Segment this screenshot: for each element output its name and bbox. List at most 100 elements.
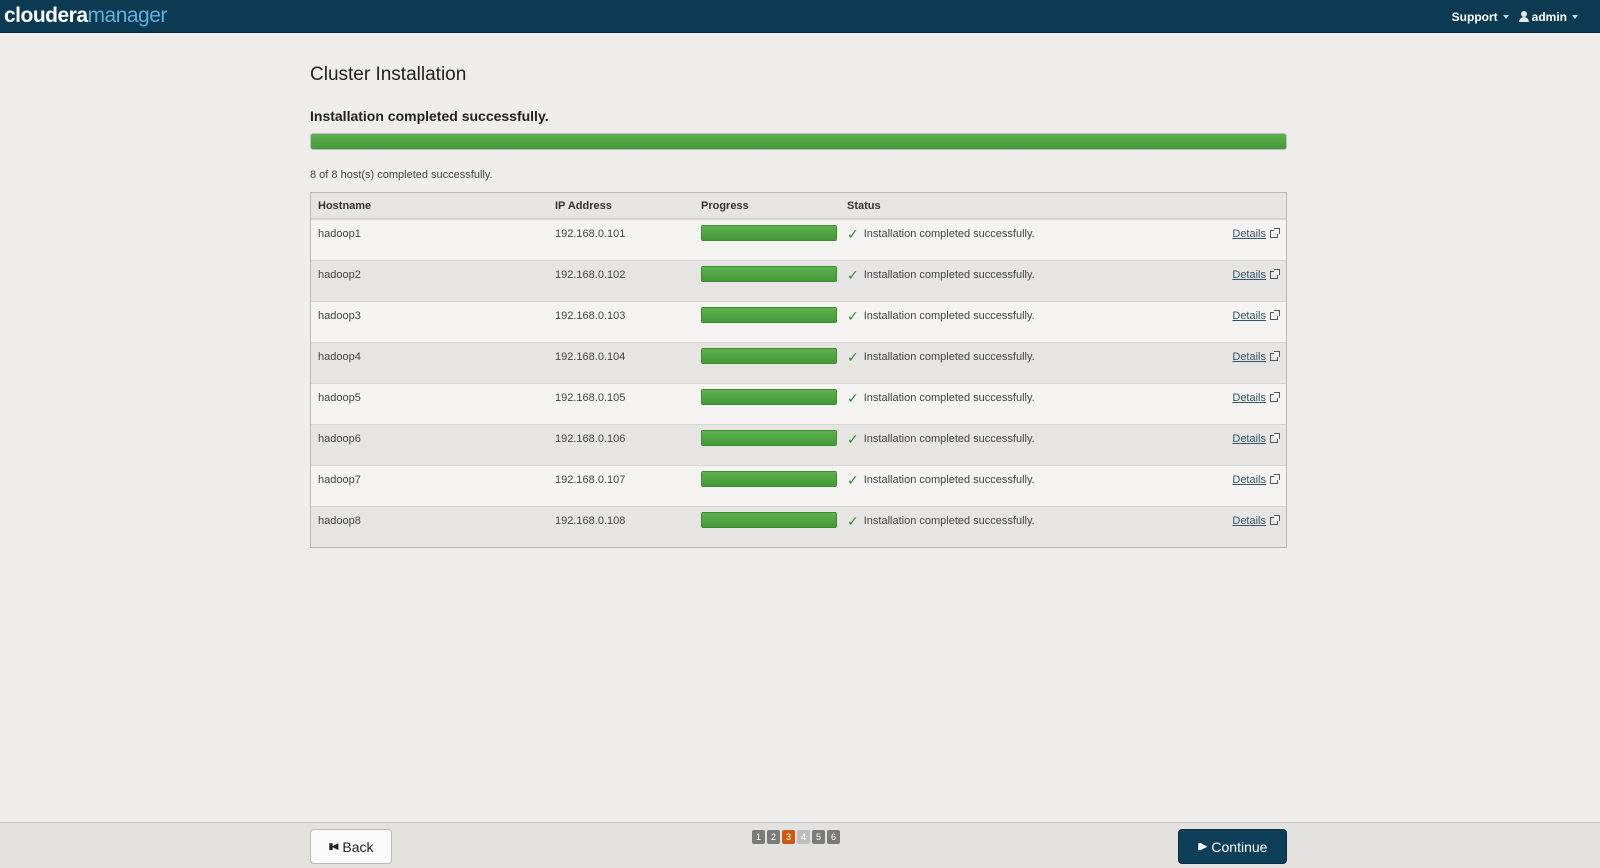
- status-text: Installation completed successfully.: [863, 228, 1035, 240]
- user-menu[interactable]: admin: [1518, 9, 1578, 24]
- cell-ip-address: 192.168.0.108: [555, 515, 626, 527]
- external-link-icon[interactable]: [1270, 310, 1280, 320]
- support-label: Support: [1451, 9, 1498, 24]
- cell-details: Details: [1207, 302, 1286, 322]
- cell-details: Details: [1207, 261, 1286, 281]
- checkmark-icon: ✓: [847, 389, 859, 406]
- cell-hostname: hadoop3: [318, 310, 361, 322]
- details-link[interactable]: Details: [1232, 310, 1266, 322]
- checkmark-icon: ✓: [847, 430, 859, 447]
- table-row: hadoop7 192.168.0.107 ✓ Installation comple…: [311, 465, 1286, 506]
- details-link[interactable]: Details: [1232, 515, 1266, 527]
- checkmark-icon: ✓: [847, 266, 859, 283]
- details-link[interactable]: Details: [1232, 474, 1266, 486]
- page-title: Cluster Installation: [310, 64, 467, 85]
- table-row: hadoop2 192.168.0.102 ✓ Installation comple…: [311, 260, 1286, 301]
- cell-status: ✓ Installation completed successfully.: [847, 261, 1207, 283]
- details-link[interactable]: Details: [1232, 269, 1266, 281]
- table-row: hadoop4 192.168.0.104 ✓ Installation comple…: [311, 342, 1286, 383]
- external-link-icon[interactable]: [1270, 515, 1280, 525]
- external-link-icon[interactable]: [1270, 269, 1280, 279]
- cell-ip-address: 192.168.0.101: [555, 228, 626, 240]
- back-button[interactable]: ▮◀ Back: [310, 829, 392, 864]
- brand-primary: cloudera: [4, 4, 88, 27]
- checkmark-icon: ✓: [847, 512, 859, 529]
- host-progress-fill: [702, 308, 836, 322]
- cell-progress: [701, 343, 847, 364]
- host-progress-fill: [702, 513, 836, 527]
- table-row: hadoop1 192.168.0.101 ✓ Installation comple…: [311, 219, 1286, 260]
- overall-progress-fill: [311, 134, 1286, 149]
- cell-status: ✓ Installation completed successfully.: [847, 302, 1207, 324]
- status-text: Installation completed successfully.: [863, 392, 1035, 404]
- wizard-step-6: 6: [827, 830, 840, 844]
- checkmark-icon: ✓: [847, 225, 859, 242]
- host-progress-fill: [702, 267, 836, 281]
- table-row: hadoop8 192.168.0.108 ✓ Installation comple…: [311, 506, 1286, 547]
- wizard-footer: ▮◀ Back 123456 ▮▶ Continue: [0, 822, 1600, 868]
- user-label: admin: [1531, 9, 1567, 24]
- cell-hostname: hadoop7: [318, 474, 361, 486]
- cell-progress: [701, 302, 847, 323]
- external-link-icon[interactable]: [1270, 474, 1280, 484]
- cell-progress: [701, 466, 847, 487]
- cell-details: Details: [1207, 507, 1286, 527]
- cell-ip-address: 192.168.0.107: [555, 474, 626, 486]
- table-body: hadoop1 192.168.0.101 ✓ Installation comple…: [311, 219, 1286, 547]
- host-progress-fill: [702, 431, 836, 445]
- host-progress-bar: [701, 389, 837, 405]
- step-forward-icon: ▮▶: [1197, 841, 1208, 851]
- chevron-down-icon: [1572, 14, 1578, 19]
- host-progress-bar: [701, 430, 837, 446]
- host-progress-bar: [701, 307, 837, 323]
- brand-secondary: manager: [87, 4, 168, 27]
- cell-status: ✓ Installation completed successfully.: [847, 220, 1207, 242]
- nav-right: Support admin: [1452, 0, 1578, 33]
- wizard-step-5: 5: [812, 830, 825, 844]
- status-heading: Installation completed successfully.: [310, 108, 549, 124]
- cell-progress: [701, 425, 847, 446]
- cell-hostname: hadoop4: [318, 351, 361, 363]
- external-link-icon[interactable]: [1270, 433, 1280, 443]
- wizard-step-2: 2: [767, 830, 780, 844]
- cell-details: Details: [1207, 343, 1286, 363]
- checkmark-icon: ✓: [847, 307, 859, 324]
- host-progress-fill: [702, 390, 836, 404]
- status-text: Installation completed successfully.: [863, 474, 1035, 486]
- details-link[interactable]: Details: [1232, 228, 1266, 240]
- status-text: Installation completed successfully.: [863, 515, 1035, 527]
- wizard-step-3: 3: [782, 830, 795, 844]
- status-text: Installation completed successfully.: [863, 433, 1035, 445]
- host-progress-bar: [701, 512, 837, 528]
- details-link[interactable]: Details: [1232, 392, 1266, 404]
- support-menu[interactable]: Support: [1452, 10, 1509, 24]
- status-text: Installation completed successfully.: [863, 351, 1035, 363]
- step-backward-icon: ▮◀: [328, 841, 339, 851]
- details-link[interactable]: Details: [1232, 433, 1266, 445]
- continue-button[interactable]: ▮▶ Continue: [1178, 829, 1287, 864]
- cell-progress: [701, 261, 847, 282]
- cell-progress: [701, 507, 847, 528]
- status-text: Installation completed successfully.: [863, 269, 1035, 281]
- host-progress-fill: [702, 226, 836, 240]
- chevron-down-icon: [1502, 14, 1509, 19]
- cell-ip-address: 192.168.0.104: [555, 351, 626, 363]
- table-row: hadoop6 192.168.0.106 ✓ Installation comple…: [311, 424, 1286, 465]
- details-link[interactable]: Details: [1232, 351, 1266, 363]
- top-navbar: clouderamanager Support admin: [0, 0, 1600, 33]
- external-link-icon[interactable]: [1270, 392, 1280, 402]
- external-link-icon[interactable]: [1270, 351, 1280, 361]
- cell-hostname: hadoop6: [318, 433, 361, 445]
- cloudera-manager-logo[interactable]: clouderamanager: [4, 2, 167, 30]
- checkmark-icon: ✓: [847, 348, 859, 365]
- cell-ip-address: 192.168.0.106: [555, 433, 626, 445]
- cell-ip-address: 192.168.0.105: [555, 392, 626, 404]
- header-ip-address: IP Address: [555, 199, 612, 212]
- external-link-icon[interactable]: [1270, 228, 1280, 238]
- continue-label: Continue: [1211, 838, 1268, 855]
- cell-progress: [701, 384, 847, 405]
- host-progress-bar: [701, 225, 837, 241]
- cell-hostname: hadoop8: [318, 515, 361, 527]
- header-hostname: Hostname: [318, 199, 372, 212]
- status-text: Installation completed successfully.: [863, 310, 1035, 322]
